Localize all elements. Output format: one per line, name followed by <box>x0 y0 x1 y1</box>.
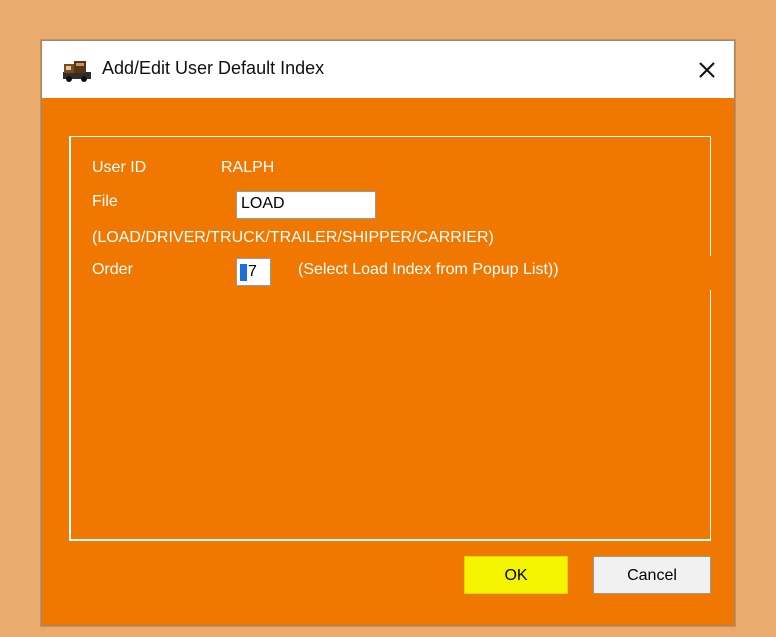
text-cursor <box>240 263 247 281</box>
close-icon[interactable] <box>692 55 722 85</box>
order-label: Order <box>92 261 133 278</box>
file-input[interactable]: LOAD <box>236 191 376 219</box>
groupbox-border-gap <box>708 256 711 290</box>
user-id-value: RALPH <box>221 159 275 176</box>
order-input[interactable]: 7 <box>236 258 271 286</box>
window-title: Add/Edit User Default Index <box>102 58 325 78</box>
add-edit-user-default-index-dialog: Add/Edit User Default Index User ID RALP… <box>41 40 735 626</box>
truck-icon <box>63 61 91 82</box>
order-input-value: 7 <box>248 263 257 280</box>
title-bar[interactable]: Add/Edit User Default Index <box>42 41 734 98</box>
order-hint-text: (Select Load Index from Popup List)) <box>298 261 559 278</box>
file-hint-text: (LOAD/DRIVER/TRUCK/TRAILER/SHIPPER/CARRI… <box>92 229 494 246</box>
ok-button[interactable]: OK <box>464 556 568 594</box>
file-input-value: LOAD <box>241 195 285 212</box>
user-id-label: User ID <box>92 159 147 176</box>
file-label: File <box>92 193 118 210</box>
cancel-button[interactable]: Cancel <box>593 556 711 594</box>
form-groupbox <box>69 136 711 541</box>
